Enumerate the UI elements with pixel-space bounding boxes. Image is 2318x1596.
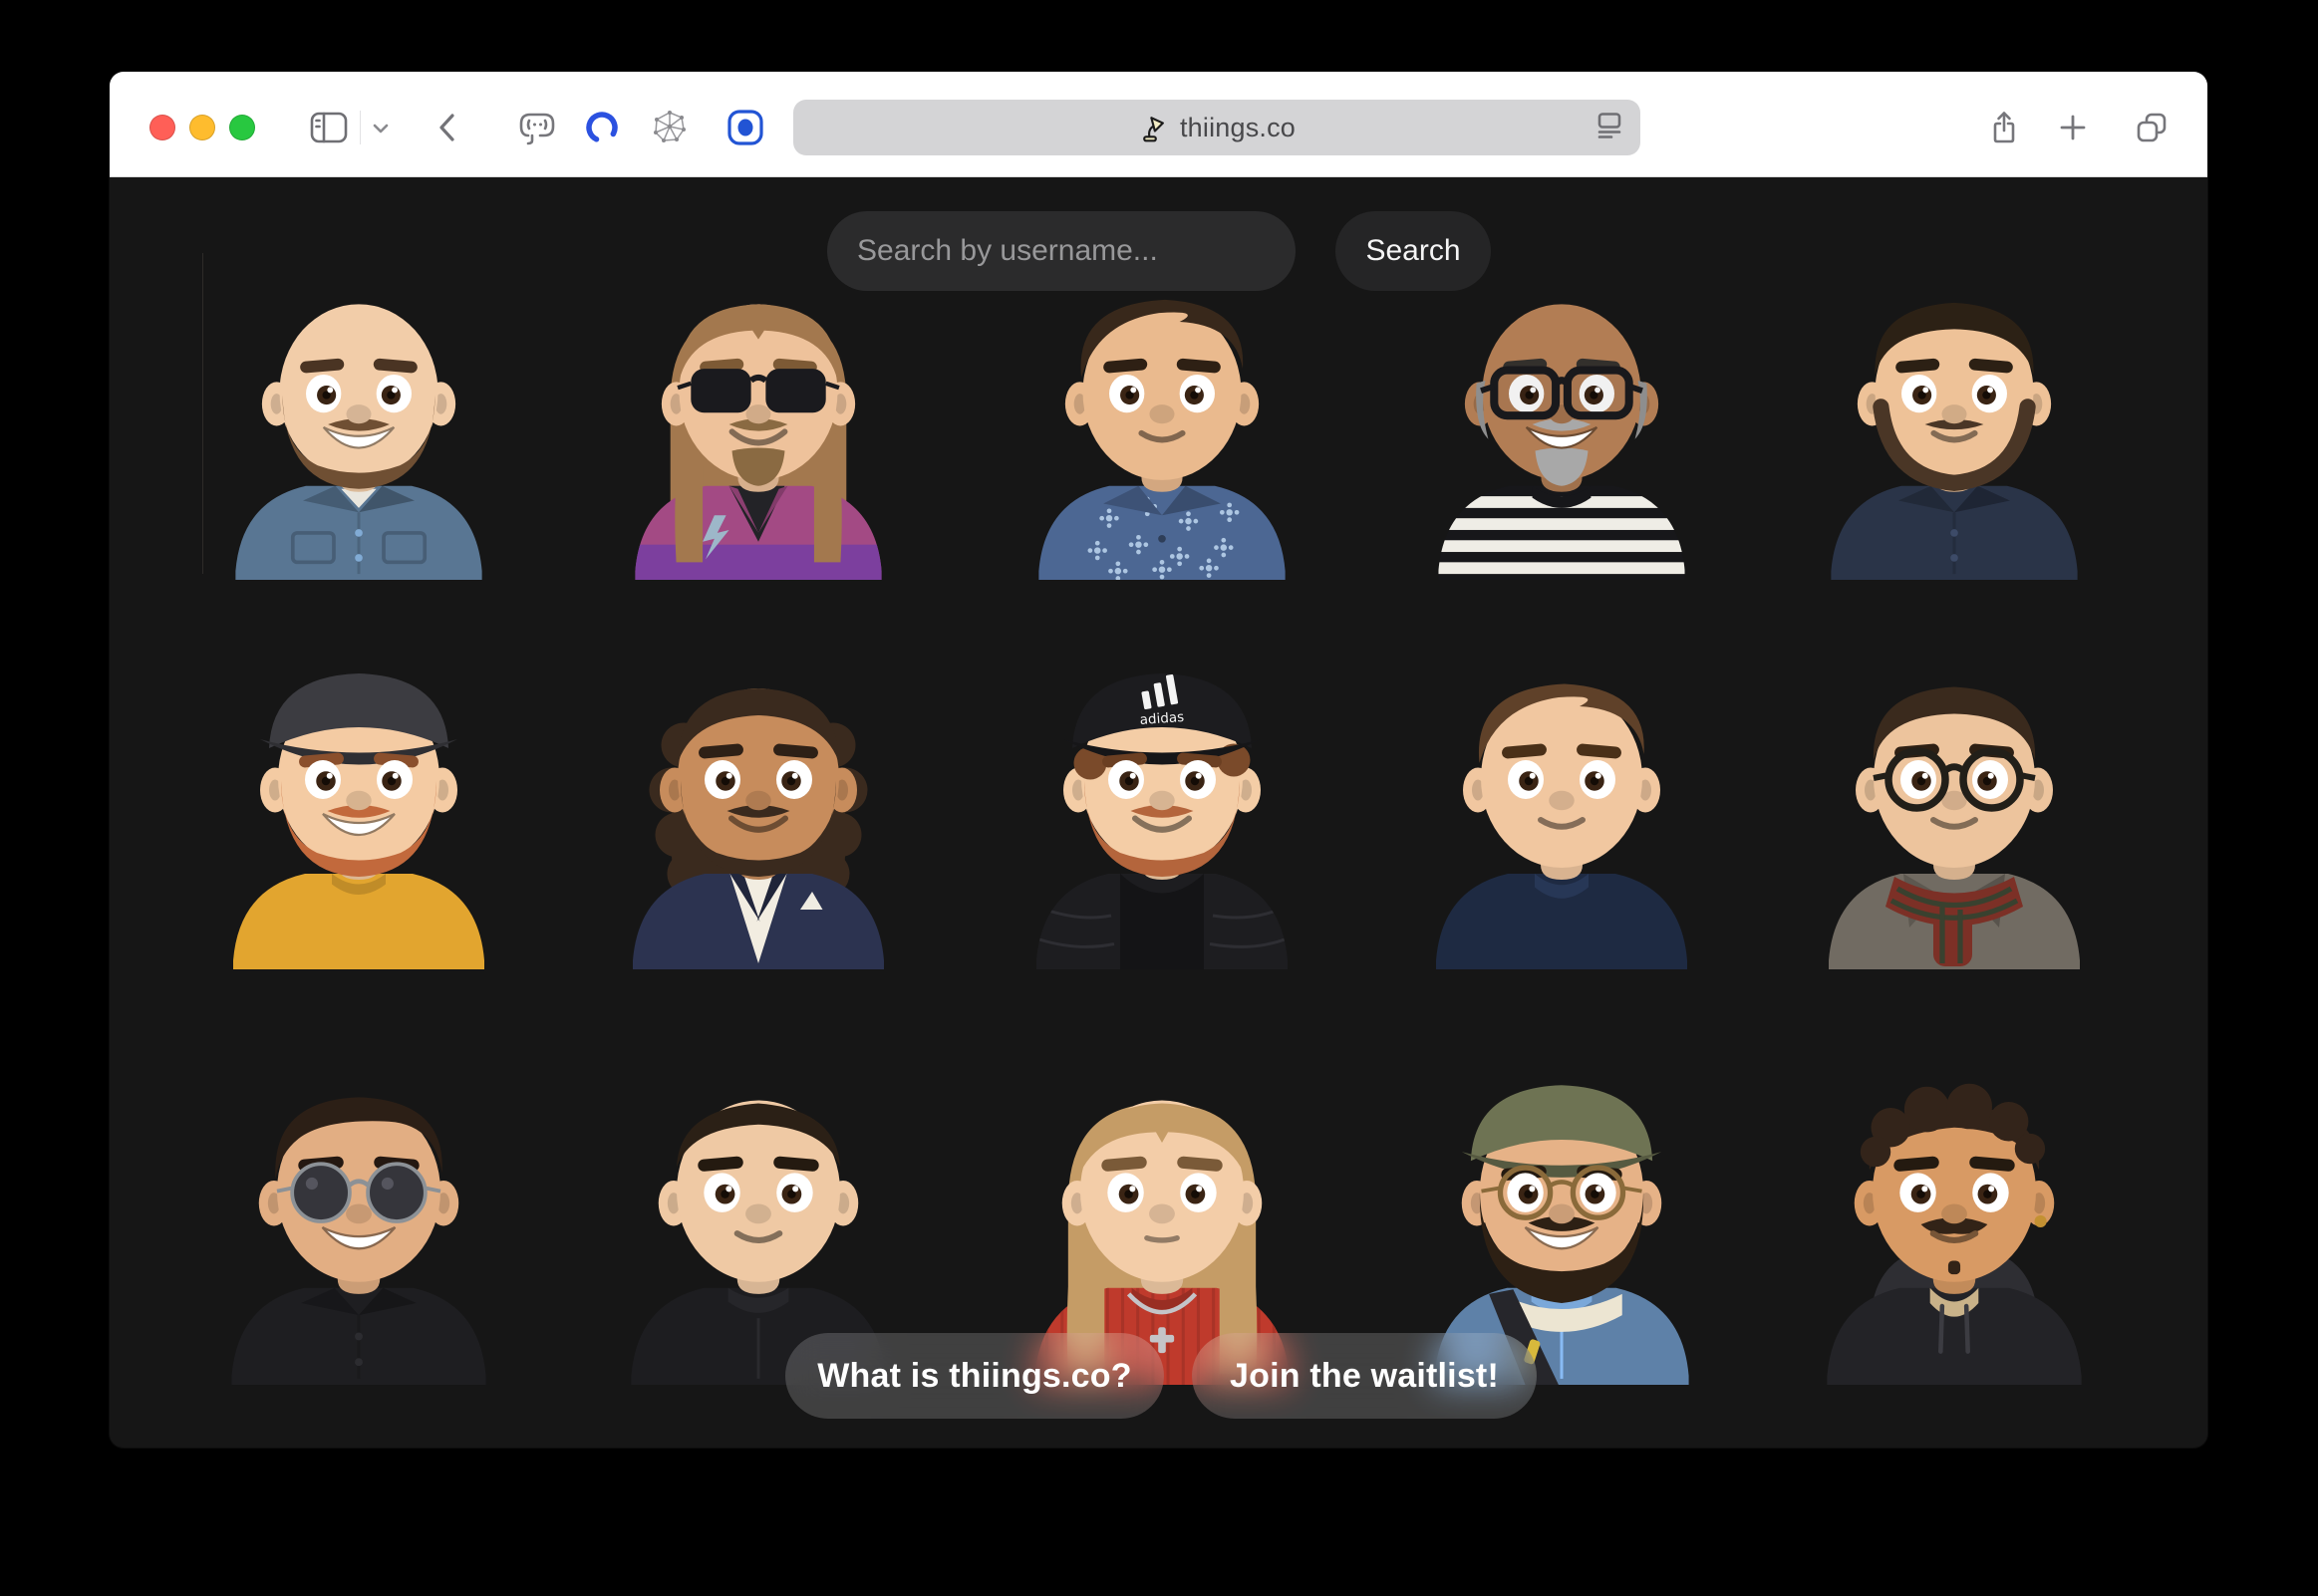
mastodon-extension-icon[interactable] [515,108,559,147]
sidebar-icon[interactable] [307,108,351,147]
toolbar-divider [360,111,361,144]
lamp-icon [1138,112,1170,143]
chevron-down-icon[interactable] [370,121,392,136]
avatar-grid: adidas [110,177,2207,1448]
avatar-r2c5[interactable] [1800,653,2109,969]
page-content: adidas Search What is thiings.co? Join t… [110,177,2207,1448]
back-icon[interactable] [433,112,462,143]
avatar-r2c2[interactable] [604,653,913,969]
loading-spinner-icon [584,110,620,145]
avatar-r3c1[interactable] [204,1064,513,1385]
share-icon[interactable] [1988,110,2020,145]
safari-window: thiings.co adidas [110,72,2207,1448]
minimize-window-button[interactable] [189,115,215,140]
screenshot-stage: thiings.co adidas [0,0,2318,1596]
what-is-thiings-button[interactable]: What is thiings.co? [785,1333,1164,1419]
address-bar[interactable]: thiings.co [793,100,1640,155]
svg-text:adidas: adidas [1139,709,1184,728]
graph-extension-icon[interactable] [651,109,689,146]
tab-overview-icon[interactable] [2134,111,2170,144]
avatar-r1c5[interactable] [1800,269,2109,580]
url-text: thiings.co [1180,113,1296,143]
avatar-r1c4[interactable] [1407,269,1716,580]
zoom-window-button[interactable] [229,115,255,140]
avatar-r1c2[interactable] [604,269,913,580]
avatar-r3c5[interactable] [1800,1064,2109,1385]
avatar-r2c3[interactable]: adidas [1008,653,1316,969]
avatar-r2c1[interactable] [204,653,513,969]
search-input[interactable] [827,211,1296,291]
new-tab-icon[interactable] [2058,113,2088,142]
close-window-button[interactable] [149,115,175,140]
page-format-icon[interactable] [1594,111,1624,145]
join-waitlist-button[interactable]: Join the waitlist! [1192,1333,1537,1419]
record-dot-extension-icon[interactable] [726,109,764,146]
avatar-r1c1[interactable] [204,269,513,580]
avatar-r2c4[interactable] [1407,653,1716,969]
browser-toolbar: thiings.co [110,72,2207,177]
avatar-r1c3[interactable] [1008,269,1316,580]
search-button[interactable]: Search [1335,211,1491,291]
